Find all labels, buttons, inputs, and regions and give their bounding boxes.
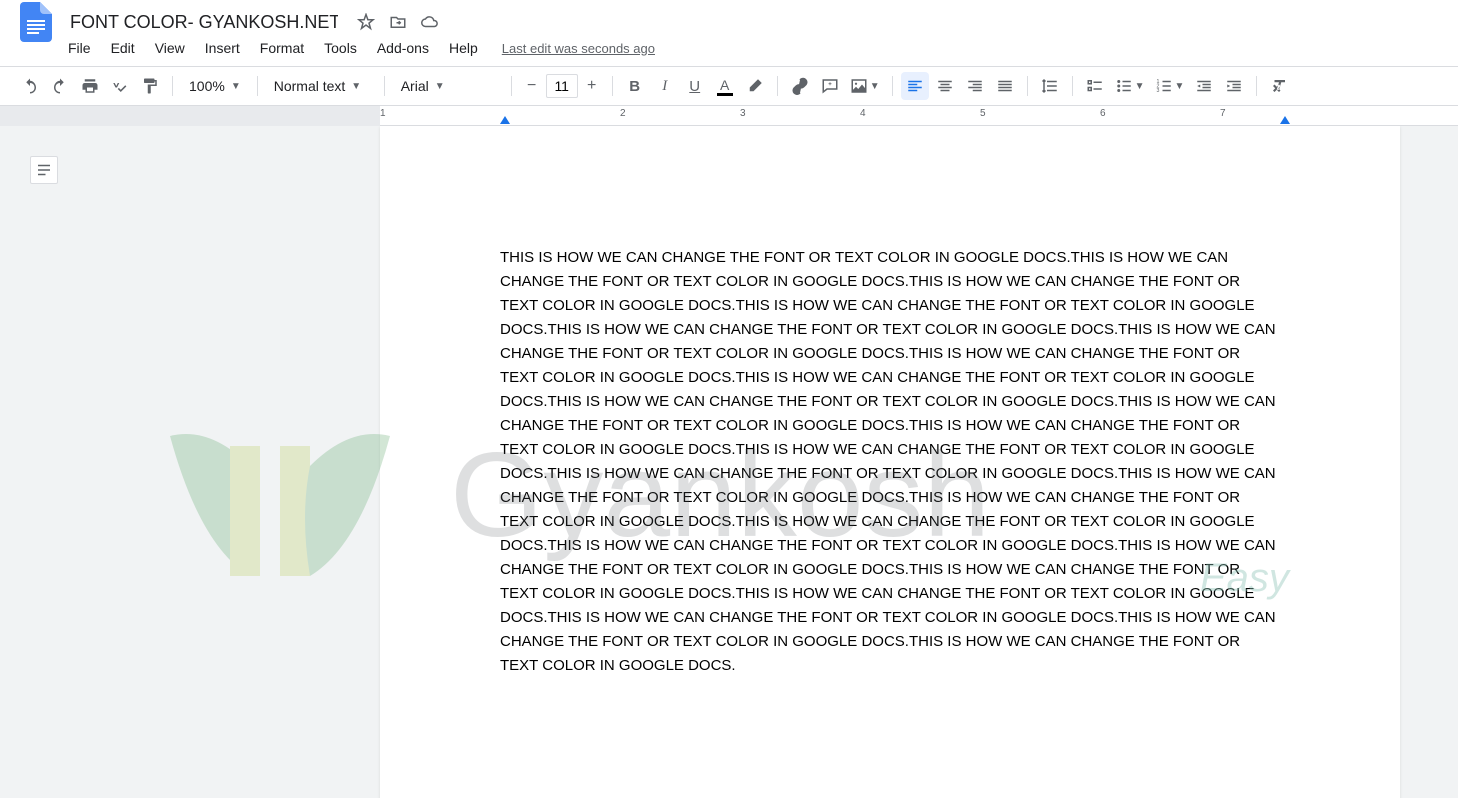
menubar: File Edit View Insert Format Tools Add-o… xyxy=(0,36,1458,66)
bold-button[interactable]: B xyxy=(621,72,649,100)
style-select[interactable]: Normal text▼ xyxy=(266,72,376,100)
separator xyxy=(257,76,258,96)
font-size-decrease[interactable]: − xyxy=(520,74,544,98)
clear-formatting-button[interactable] xyxy=(1265,72,1293,100)
spellcheck-button[interactable] xyxy=(106,72,134,100)
ruler-tick: 6 xyxy=(1100,108,1106,119)
menu-insert[interactable]: Insert xyxy=(197,36,248,60)
font-select[interactable]: Arial▼ xyxy=(393,72,503,100)
font-size-increase[interactable]: + xyxy=(580,74,604,98)
highlight-button[interactable] xyxy=(741,72,769,100)
separator xyxy=(172,76,173,96)
ruler-margin-left xyxy=(0,106,380,126)
menu-edit[interactable]: Edit xyxy=(103,36,143,60)
last-edit-link[interactable]: Last edit was seconds ago xyxy=(502,41,655,56)
separator xyxy=(511,76,512,96)
menu-view[interactable]: View xyxy=(147,36,193,60)
ruler[interactable]: 1 2 3 4 5 6 7 xyxy=(0,106,1458,126)
separator xyxy=(777,76,778,96)
align-right-button[interactable] xyxy=(961,72,989,100)
menu-file[interactable]: File xyxy=(60,36,99,60)
separator xyxy=(892,76,893,96)
italic-button[interactable]: I xyxy=(651,72,679,100)
link-button[interactable] xyxy=(786,72,814,100)
checklist-button[interactable] xyxy=(1081,72,1109,100)
align-left-button[interactable] xyxy=(901,72,929,100)
line-spacing-button[interactable] xyxy=(1036,72,1064,100)
redo-button[interactable] xyxy=(46,72,74,100)
bulleted-list-button[interactable]: ▼ xyxy=(1111,72,1149,100)
numbered-list-button[interactable]: 123▼ xyxy=(1151,72,1189,100)
separator xyxy=(384,76,385,96)
undo-button[interactable] xyxy=(16,72,44,100)
separator xyxy=(1027,76,1028,96)
ruler-tick: 4 xyxy=(860,108,866,119)
document-body-text[interactable]: THIS IS HOW WE CAN CHANGE THE FONT OR TE… xyxy=(500,246,1280,678)
image-button[interactable]: ▼ xyxy=(846,72,884,100)
align-justify-button[interactable] xyxy=(991,72,1019,100)
font-size-control: − + xyxy=(520,74,604,98)
ruler-right-indent-marker[interactable] xyxy=(1280,116,1290,124)
ruler-tick: 2 xyxy=(620,108,626,119)
document-page[interactable]: THIS IS HOW WE CAN CHANGE THE FONT OR TE… xyxy=(380,126,1400,798)
outline-toggle-button[interactable] xyxy=(30,156,58,184)
paint-format-button[interactable] xyxy=(136,72,164,100)
ruler-tick: 7 xyxy=(1220,108,1226,119)
toolbar: 100%▼ Normal text▼ Arial▼ − + B I U A ▼ … xyxy=(0,66,1458,106)
document-canvas[interactable]: Gyankosh Easy THIS IS HOW WE CAN CHANGE … xyxy=(0,126,1458,798)
menu-help[interactable]: Help xyxy=(441,36,486,60)
menu-addons[interactable]: Add-ons xyxy=(369,36,437,60)
separator xyxy=(1072,76,1073,96)
ruler-tick: 3 xyxy=(740,108,746,119)
menu-format[interactable]: Format xyxy=(252,36,312,60)
watermark-logo xyxy=(150,396,410,616)
comment-button[interactable] xyxy=(816,72,844,100)
print-button[interactable] xyxy=(76,72,104,100)
increase-indent-button[interactable] xyxy=(1220,72,1248,100)
ruler-tick: 5 xyxy=(980,108,986,119)
font-size-input[interactable] xyxy=(546,74,578,98)
text-color-button[interactable]: A xyxy=(711,72,739,100)
svg-text:3: 3 xyxy=(1156,88,1159,94)
cloud-icon[interactable] xyxy=(420,12,440,32)
titlebar xyxy=(0,0,1458,36)
align-center-button[interactable] xyxy=(931,72,959,100)
star-icon[interactable] xyxy=(356,12,376,32)
ruler-scale[interactable]: 1 2 3 4 5 6 7 xyxy=(380,106,1458,126)
zoom-select[interactable]: 100%▼ xyxy=(181,72,249,100)
ruler-tick: 1 xyxy=(380,108,386,119)
docs-logo-icon[interactable] xyxy=(16,2,56,42)
move-icon[interactable] xyxy=(388,12,408,32)
ruler-indent-marker[interactable] xyxy=(500,116,510,124)
menu-tools[interactable]: Tools xyxy=(316,36,365,60)
separator xyxy=(1256,76,1257,96)
document-title-input[interactable] xyxy=(64,10,344,35)
underline-button[interactable]: U xyxy=(681,72,709,100)
separator xyxy=(612,76,613,96)
decrease-indent-button[interactable] xyxy=(1190,72,1218,100)
